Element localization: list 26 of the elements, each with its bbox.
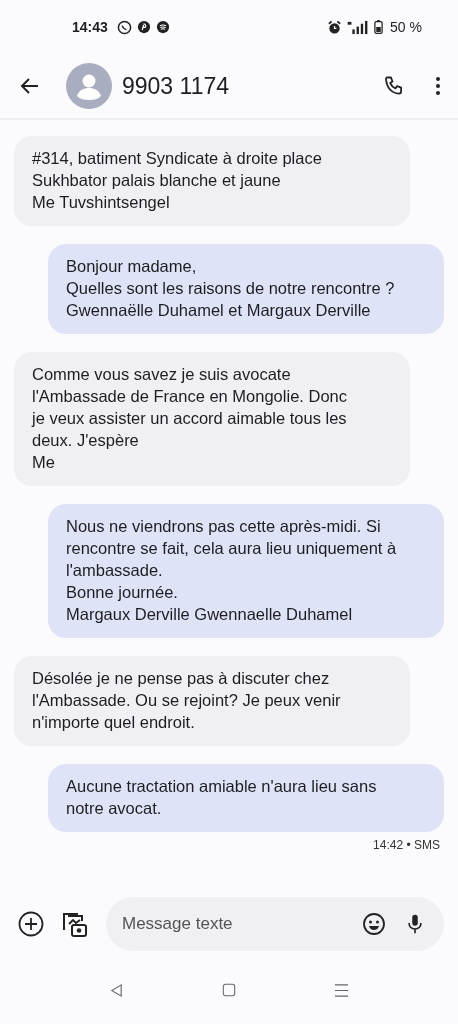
square-home-icon (222, 983, 236, 997)
signal-icon (347, 19, 370, 35)
message-bubble: Aucune tractation amiable n'aura lieu sans notre avocat. (48, 764, 444, 832)
message-bubble: Nous ne viendrons pas cette après-midi. Si rencontre se fait, cela aura lieu uniquement à l'ambassade. Bonne journée. Margaux Derville Gwennaelle Duhamel (48, 504, 444, 638)
plus-circle-icon (18, 911, 44, 937)
status-time: 14:43 (72, 19, 108, 35)
chat-app-icon (116, 19, 132, 35)
menu-lines-icon (334, 982, 349, 998)
message-composer-field[interactable]: Message texte (106, 897, 444, 951)
smiley-icon (362, 912, 386, 936)
avatar-icon (66, 63, 112, 109)
message-timestamp: 14:42 • SMS (373, 838, 440, 852)
alarm-icon (327, 19, 343, 35)
contact-name: 9903 1174 (122, 72, 230, 100)
music-app-icon (155, 20, 170, 34)
message-bubble: Comme vous savez je suis avocate l'Ambassade de France en Mongolie. Donc je veux assister un accord aimable tous les deux. J'espère Me (14, 352, 410, 486)
message-input-field[interactable]: Message texte (120, 913, 348, 935)
message-bubble: #314, batiment Syndicate à droite place Sukhbator palais blanche et jaune Me Tuvshintsengel (14, 136, 410, 226)
more-vertical-icon (436, 77, 440, 95)
message-bubble: Désolée je ne pense pas à discuter chez l'Ambassade. Ou se rejoint? Je peux venir n'importe quel endroit. (14, 656, 410, 746)
triangle-back-icon (109, 982, 124, 998)
battery-percent: 50 % (390, 19, 422, 35)
pin-app-icon (136, 20, 151, 34)
gallery-camera-icon (60, 910, 88, 938)
message-bubble: Bonjour madame, Quelles sont les raisons de notre rencontre ? Gwennaëlle Duhamel et Margaux Derville (48, 244, 444, 334)
battery-icon (374, 19, 384, 35)
